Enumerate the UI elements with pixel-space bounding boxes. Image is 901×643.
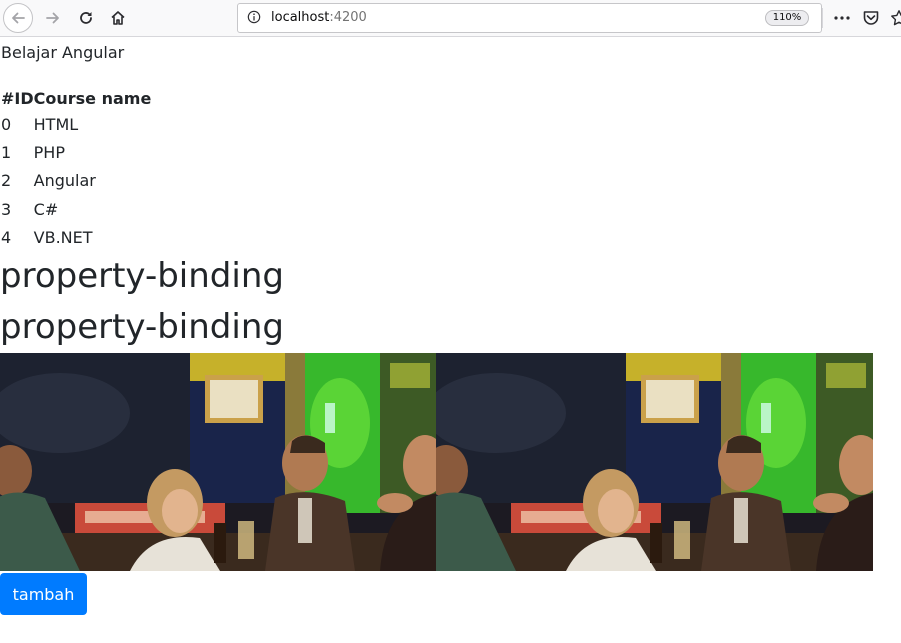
bookmark-star-icon[interactable] xyxy=(890,9,901,27)
cell-course-name: C# xyxy=(33,199,59,219)
home-icon xyxy=(111,11,125,25)
toolbar-separator xyxy=(822,8,823,28)
cell-course-name: HTML xyxy=(33,114,79,134)
forward-button[interactable] xyxy=(38,3,68,33)
url-port: :4200 xyxy=(329,10,367,25)
tambah-button[interactable]: tambah xyxy=(0,573,87,615)
cell-id: 3 xyxy=(1,199,12,219)
reload-button[interactable] xyxy=(71,3,101,33)
course-table: #ID Course name 0 HTML 1 PHP 2 Angular 3… xyxy=(0,86,151,251)
info-icon[interactable] xyxy=(247,10,261,24)
property-binding-heading: property-binding xyxy=(0,307,284,347)
table-row: 1 PHP xyxy=(0,138,151,166)
table-row: 4 VB.NET xyxy=(0,223,151,251)
cell-course-name: PHP xyxy=(33,142,65,162)
arrow-left-icon xyxy=(12,12,25,24)
browser-toolbar: localhost:4200 110% xyxy=(0,0,901,37)
column-header-course-name: Course name xyxy=(33,88,152,108)
table-row: 3 C# xyxy=(0,195,151,223)
zoom-level-badge[interactable]: 110% xyxy=(765,10,809,26)
url-host: localhost xyxy=(271,10,330,25)
restaurant-photo xyxy=(0,353,437,571)
home-button[interactable] xyxy=(103,3,133,33)
table-header-row: #ID Course name xyxy=(0,86,151,110)
arrow-right-icon xyxy=(46,12,59,24)
restaurant-photo xyxy=(436,353,873,571)
cell-course-name: Angular xyxy=(33,171,96,191)
cell-course-name: VB.NET xyxy=(33,227,93,247)
property-binding-heading: property-binding xyxy=(0,256,284,296)
reload-icon xyxy=(80,12,92,24)
back-button[interactable] xyxy=(3,3,33,33)
address-bar[interactable]: localhost:4200 110% xyxy=(237,3,822,33)
pocket-icon[interactable] xyxy=(862,9,880,27)
cell-id: 0 xyxy=(1,114,12,134)
cell-id: 1 xyxy=(1,142,12,162)
table-row: 2 Angular xyxy=(0,167,151,195)
column-header-id: #ID xyxy=(1,88,34,108)
cell-id: 2 xyxy=(1,171,12,191)
cell-id: 4 xyxy=(1,227,12,247)
more-actions-icon[interactable] xyxy=(833,9,851,27)
app-title: Belajar Angular xyxy=(1,43,125,62)
url-text[interactable]: localhost:4200 xyxy=(271,10,367,26)
table-row: 0 HTML xyxy=(0,110,151,138)
